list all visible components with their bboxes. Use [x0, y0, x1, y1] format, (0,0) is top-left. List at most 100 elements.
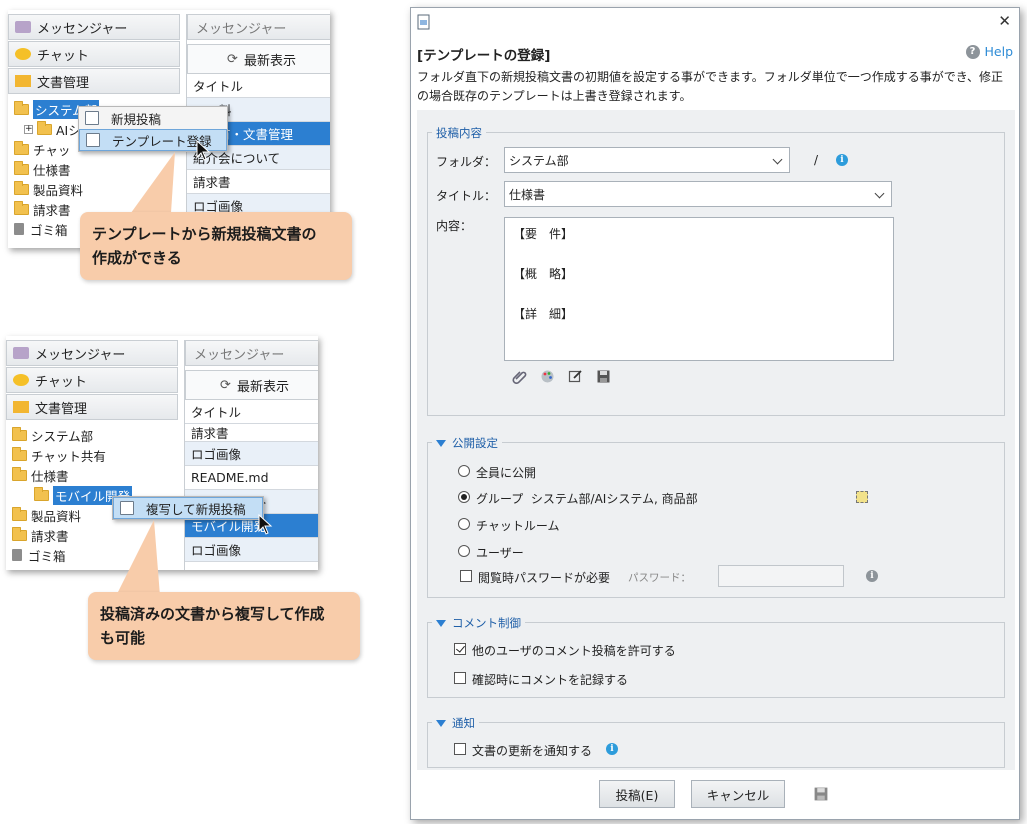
folder-icon — [14, 100, 29, 115]
trash-icon — [12, 549, 22, 561]
chat-bubble-icon — [13, 374, 29, 386]
tree-item-system[interactable]: システム部 — [12, 425, 178, 445]
template-icon — [86, 133, 100, 147]
folder-icon — [14, 160, 29, 175]
list-item[interactable]: ロゴ画像 — [185, 538, 318, 562]
allow-comments-checkbox[interactable] — [454, 643, 466, 655]
list-item[interactable]: 請求書 — [185, 424, 318, 442]
tab-messenger[interactable]: メッセンジャー — [187, 14, 330, 40]
folder-icon — [14, 140, 29, 155]
folder-icon — [34, 486, 49, 501]
folder-open-icon — [13, 401, 29, 413]
nav-documents[interactable]: 文書管理 — [8, 68, 180, 94]
tree-item-spec[interactable]: 仕様書 — [12, 465, 178, 485]
palette-icon[interactable] — [540, 369, 555, 384]
callout-pointer — [116, 520, 160, 596]
info-icon[interactable]: i — [606, 743, 618, 755]
trash-icon — [14, 223, 24, 235]
nav-messenger[interactable]: メッセンジャー — [6, 340, 178, 366]
title-label: タイトル： — [436, 189, 497, 203]
help-link[interactable]: ? Help — [965, 44, 1013, 59]
chevron-down-icon — [772, 154, 783, 165]
folder-select[interactable]: システム部 — [504, 147, 790, 173]
refresh-icon: ⟳ — [227, 51, 238, 67]
notify-section: 通知 文書の更新を通知する i — [427, 715, 1005, 768]
tree-item-chat-share[interactable]: チャット共有 — [12, 445, 178, 465]
collapse-icon[interactable] — [436, 720, 446, 727]
callout-copy: 投稿済みの文書から複写して作成 も可能 — [88, 592, 360, 660]
checkbox-label: 確認時にコメントを記録する — [472, 673, 629, 687]
edit-icon — [85, 111, 99, 125]
radio-label: ユーザー — [476, 546, 524, 560]
submit-button[interactable]: 投稿(E) — [599, 780, 675, 808]
folder-label: フォルダ： — [436, 155, 497, 169]
column-header-title: タイトル — [187, 74, 330, 98]
collapse-icon[interactable] — [436, 620, 446, 627]
menu-item-copy-new-post[interactable]: 複写して新規投稿 — [113, 497, 263, 519]
save-icon[interactable] — [813, 786, 829, 802]
folder-separator: / — [814, 153, 819, 167]
collapse-icon[interactable] — [436, 440, 446, 447]
folder-icon — [12, 426, 27, 441]
title-select[interactable]: 仕様書 — [504, 181, 892, 207]
edit-icon[interactable] — [568, 369, 583, 384]
copy-icon — [120, 501, 134, 515]
refresh-button[interactable]: ⟳ 最新表示 — [185, 370, 318, 400]
content-section: 投稿内容 フォルダ： システム部 / i タイトル： 仕様書 内容： 【要 件】… — [427, 125, 1005, 416]
folder-icon — [12, 506, 27, 521]
expand-icon[interactable]: + — [24, 124, 33, 134]
dialog-description: フォルダ直下の新規投稿文書の初期値を設定する事ができます。フォルダ単位で一つ作成… — [417, 70, 1003, 103]
document-list-pane: メッセンジャー ⟳最新表示 タイトル 請求書 ロゴ画像 README.md ト … — [184, 340, 318, 570]
comment-section: コメント制御 他のユーザのコメント投稿を許可する 確認時にコメントを記録する — [427, 615, 1005, 698]
password-input[interactable] — [718, 565, 844, 587]
notify-update-checkbox[interactable] — [454, 743, 466, 755]
section-title: 通知 — [432, 715, 479, 731]
nav-messenger[interactable]: メッセンジャー — [8, 14, 180, 40]
checkbox-label: 文書の更新を通知する — [472, 744, 593, 758]
document-icon — [417, 14, 430, 30]
chevron-down-icon — [874, 188, 885, 199]
dialog-title: [テンプレートの登録] — [417, 48, 551, 64]
template-dialog: ✕ [テンプレートの登録] ? Help フォルダ直下の新規投稿文書の初期値を設… — [410, 7, 1020, 820]
radio-user[interactable] — [458, 545, 470, 557]
cancel-button[interactable]: キャンセル — [691, 780, 785, 808]
section-title: 投稿内容 — [432, 125, 486, 141]
callout-template: テンプレートから新規投稿文書の 作成ができる — [80, 212, 352, 280]
info-icon[interactable]: i — [866, 570, 878, 582]
nav-chat[interactable]: チャット — [6, 367, 178, 393]
record-comment-checkbox[interactable] — [454, 672, 466, 684]
refresh-button[interactable]: ⟳ 最新表示 — [187, 44, 330, 74]
dialog-body: 投稿内容 フォルダ： システム部 / i タイトル： 仕様書 内容： 【要 件】… — [417, 110, 1015, 770]
context-menu: 複写して新規投稿 — [112, 496, 264, 520]
nav-documents[interactable]: 文書管理 — [6, 394, 178, 420]
list-item[interactable]: 請求書 — [187, 170, 330, 194]
nav-chat[interactable]: チャット — [8, 41, 180, 67]
radio-group[interactable] — [458, 491, 470, 503]
tab-messenger[interactable]: メッセンジャー — [185, 340, 318, 366]
radio-chatroom[interactable] — [458, 518, 470, 530]
help-icon: ? — [965, 44, 980, 59]
radio-label: グループ システム部/AIシステム, 商品部 — [476, 492, 698, 506]
attach-icon[interactable] — [512, 369, 527, 384]
close-icon[interactable]: ✕ — [998, 12, 1011, 30]
cursor-arrow-icon — [258, 514, 273, 535]
folder-icon — [12, 466, 27, 481]
password-required-checkbox[interactable] — [460, 570, 472, 582]
list-item[interactable]: README.md — [185, 466, 318, 490]
save-icon[interactable] — [596, 369, 611, 384]
folder-icon — [14, 200, 29, 215]
group-color-swatch[interactable] — [856, 491, 868, 503]
info-icon[interactable]: i — [836, 154, 848, 166]
radio-everyone[interactable] — [458, 465, 470, 477]
chat-bubble-icon — [15, 48, 31, 60]
radio-label: チャットルーム — [476, 519, 560, 533]
body-textarea[interactable]: 【要 件】 【概 略】 【詳 細】 — [504, 217, 894, 361]
menu-item-new-post[interactable]: 新規投稿 — [79, 107, 227, 129]
envelope-icon — [13, 347, 29, 359]
radio-label: 全員に公開 — [476, 466, 537, 480]
envelope-icon — [15, 21, 31, 33]
password-label: パスワード： — [628, 572, 691, 584]
section-title: コメント制御 — [432, 615, 525, 631]
list-item[interactable]: ロゴ画像 — [185, 442, 318, 466]
folder-icon — [14, 180, 29, 195]
